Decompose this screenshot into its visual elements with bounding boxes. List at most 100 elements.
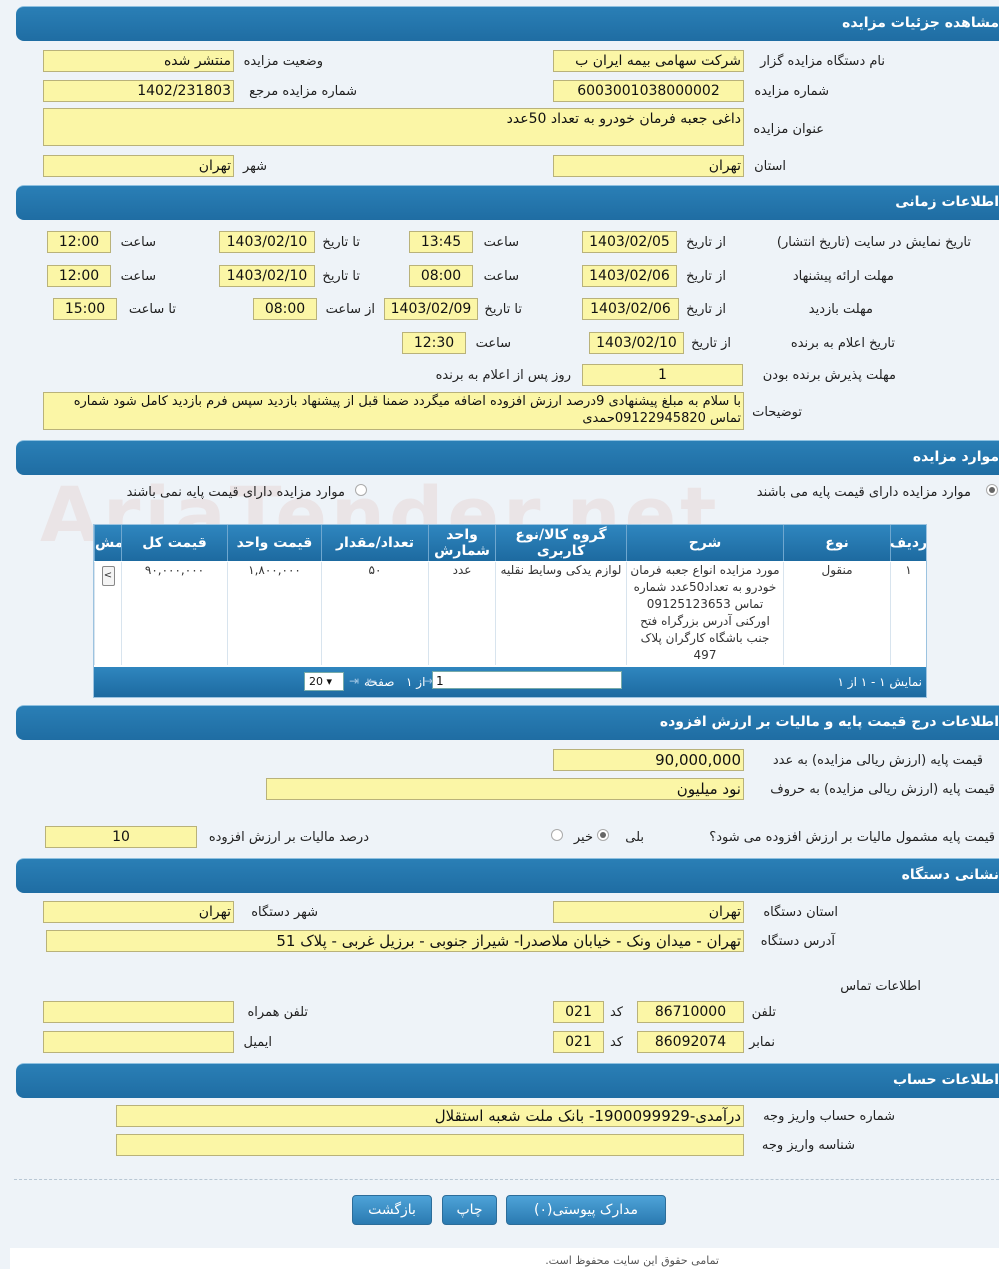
visit-to-date: 1403/02/09 <box>384 298 478 320</box>
section-header-details: مشاهده جزئیات مزایده <box>16 6 999 41</box>
section-header-address: نشانی دستگاه <box>16 858 999 893</box>
page-size-select[interactable]: 20 ▾ <box>304 672 344 691</box>
radio-without-base-price[interactable] <box>355 484 367 496</box>
announce-date: 1403/02/10 <box>589 332 684 354</box>
org-label: نام دستگاه مزایده گزار <box>760 54 885 69</box>
back-button[interactable]: بازگشت <box>352 1195 432 1225</box>
payment-id-field <box>116 1134 744 1156</box>
section-header-pricing: اطلاعات درج قیمت پایه و مالیات بر ارزش ا… <box>16 705 999 740</box>
offer-from-date: 1403/02/06 <box>582 265 677 287</box>
col-type[interactable]: نوع <box>783 525 890 561</box>
ref-number-field: 1402/231803 <box>43 80 234 102</box>
pager-summary: نمایش ۱ - ۱ از ۱ <box>837 675 922 689</box>
vat-percent-label: درصد مالیات بر ارزش افزوده <box>208 830 369 845</box>
radio-vat-yes[interactable] <box>597 829 609 841</box>
pager-nav-fwd[interactable]: ⇥ ⇤ <box>349 674 379 688</box>
number-field: 6003001038000002 <box>553 80 744 102</box>
cell-qty: ۵۰ <box>321 562 428 665</box>
province-field: تهران <box>553 155 744 177</box>
col-qty[interactable]: تعداد/مقدار <box>321 525 428 561</box>
cell-total: ۹۰,۰۰۰,۰۰۰ <box>121 562 227 665</box>
phone-label: تلفن <box>751 1005 776 1020</box>
visit-from-hour-label: از ساعت <box>325 302 375 317</box>
print-button[interactable]: چاپ <box>442 1195 497 1225</box>
col-more[interactable]: مش <box>94 525 121 561</box>
accept-label: مهلت پذیرش برنده بودن <box>762 368 896 383</box>
announce-hour-label: ساعت <box>475 336 511 351</box>
city-field: تهران <box>43 155 234 177</box>
col-total[interactable]: قیمت کل <box>121 525 227 561</box>
divider <box>14 1179 999 1180</box>
row-detail-button[interactable]: > <box>101 566 115 586</box>
offer-from-time: 08:00 <box>409 265 473 287</box>
org-province-label: استان دستگاه <box>763 905 838 920</box>
notes-field: با سلام به مبلغ پیشنهادی 9درصد ارزش افزو… <box>43 392 744 430</box>
display-from-time: 13:45 <box>409 231 473 253</box>
section-header-account: اطلاعات حساب <box>16 1063 999 1098</box>
cell-desc: مورد مزایده انواع جعبه فرمان خودرو به تع… <box>626 562 783 665</box>
display-to-label: تا تاریخ <box>322 235 360 250</box>
offer-to-time: 12:00 <box>47 265 111 287</box>
col-group[interactable]: گروه کالا/نوع کاربری <box>495 525 626 561</box>
fax-label: نمابر <box>749 1035 775 1050</box>
account-number-field: درآمدی-1900099929- بانک ملت شعبه استقلال <box>116 1105 744 1127</box>
visit-from-time: 08:00 <box>253 298 317 320</box>
accept-days-field: 1 <box>582 364 743 386</box>
offer-to-hour-label: ساعت <box>120 269 156 284</box>
cell-type: منقول <box>783 562 890 665</box>
cell-row: ۱ <box>890 562 926 665</box>
visit-to-hour-label: تا ساعت <box>128 302 176 317</box>
org-field: شرکت سهامی بیمه ایران ب <box>553 50 744 72</box>
account-number-label: شماره حساب واریز وجه <box>763 1109 895 1124</box>
org-address-label: آدرس دستگاه <box>760 934 835 949</box>
col-unit-price[interactable]: قیمت واحد <box>227 525 321 561</box>
chevron-down-icon: ▾ <box>326 675 333 688</box>
phone-code-label: کد <box>609 1005 623 1020</box>
cell-unit-price: ۱,۸۰۰,۰۰۰ <box>227 562 321 665</box>
mobile-label: تلفن همراه <box>247 1005 309 1020</box>
org-province-field: تهران <box>553 901 744 923</box>
section-header-items: موارد مزایده <box>16 440 999 475</box>
display-from-label: از تاریخ <box>686 235 726 250</box>
cell-more: > <box>94 562 121 665</box>
radio-with-base-price[interactable] <box>986 484 998 496</box>
announce-time: 12:30 <box>402 332 466 354</box>
col-desc[interactable]: شرح <box>626 525 783 561</box>
vat-question-label: قیمت پایه مشمول مالیات بر ارزش افزوده می… <box>709 830 995 845</box>
footer-copyright: تمامی حقوق این سایت محفوظ است. <box>545 1254 719 1267</box>
col-unit[interactable]: واحد شمارش <box>428 525 495 561</box>
number-label: شماره مزایده <box>754 84 829 99</box>
radio-vat-no[interactable] <box>551 829 563 841</box>
offer-to-label: تا تاریخ <box>322 269 360 284</box>
offer-from-hour-label: ساعت <box>483 269 519 284</box>
email-label: ایمیل <box>243 1035 272 1050</box>
section-header-timing: اطلاعات زمانی <box>16 185 999 220</box>
col-row[interactable]: ردیف <box>890 525 926 561</box>
pager-page-input[interactable]: 1 <box>432 671 622 689</box>
base-price-words-field: نود میلیون <box>266 778 744 800</box>
vat-no-label: خیر <box>573 830 593 845</box>
display-to-date: 1403/02/10 <box>219 231 315 253</box>
visit-from-date: 1403/02/06 <box>582 298 679 320</box>
visit-label: مهلت بازدید <box>808 302 873 317</box>
status-field: منتشر شده <box>43 50 234 72</box>
display-date-label: تاریخ نمایش در سایت (تاریخ انتشار) <box>776 235 971 250</box>
org-address-field: تهران - میدان ونک - خیابان ملاصدرا- شیرا… <box>46 930 744 952</box>
title-label: عنوان مزایده <box>753 122 824 137</box>
fax-field: 86092074 <box>637 1031 744 1053</box>
pager-of-label: از ۱ <box>406 675 426 689</box>
city-label: شهر <box>242 159 267 174</box>
visit-from-label: از تاریخ <box>686 302 726 317</box>
attachments-button[interactable]: مدارک پیوستی(۰) <box>506 1195 666 1225</box>
cell-group: لوازم یدکی وسایط نقلیه <box>495 562 626 665</box>
notes-label: توضیحات <box>752 405 802 420</box>
display-from-date: 1403/02/05 <box>582 231 677 253</box>
phone-field: 86710000 <box>637 1001 744 1023</box>
base-price-number-field: 90,000,000 <box>553 749 744 771</box>
pager: نمایش ۱ - ۱ از ۱ ⇥ ⇤ صفحه 1 از ۱ ⇥ ⇤ 20 … <box>94 667 926 697</box>
visit-to-label: تا تاریخ <box>484 302 522 317</box>
items-table-header: ردیف نوع شرح گروه کالا/نوع کاربری واحد ش… <box>94 525 926 561</box>
items-table: ردیف نوع شرح گروه کالا/نوع کاربری واحد ش… <box>93 524 927 698</box>
org-city-label: شهر دستگاه <box>251 905 318 920</box>
footer-bar <box>10 1248 999 1269</box>
